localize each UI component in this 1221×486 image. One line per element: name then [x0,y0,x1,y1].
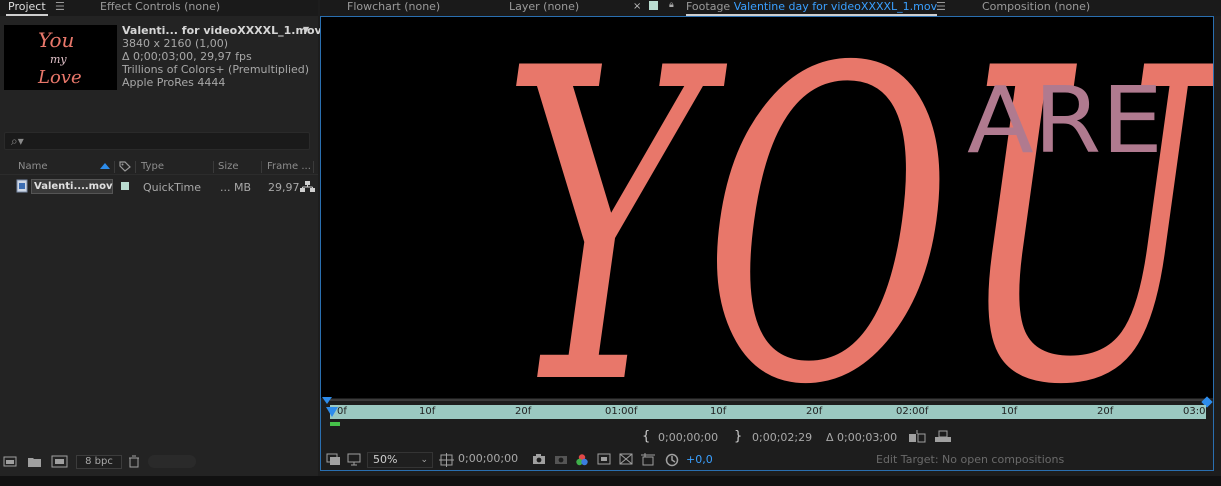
ruler-label: 20f [1097,406,1114,417]
new-folder-icon[interactable] [27,455,42,468]
ruler-label: 20f [515,406,532,417]
out-point-time[interactable]: 0;00;02;29 [752,431,812,444]
project-item-type: QuickTime [143,181,202,194]
tab-effect-controls[interactable]: Effect Controls (none) [100,0,220,16]
set-out-point-icon[interactable]: } [734,429,742,444]
ruler-label: 10f [419,406,436,417]
tab-flowchart[interactable]: Flowchart (none) [347,0,440,16]
tab-footage-prefix: Footage [686,0,731,13]
tab-project[interactable]: Project [6,0,48,16]
thumbnail-size-slider[interactable] [148,455,196,468]
ripple-insert-edit-icon[interactable] [908,430,926,443]
overlay-edit-icon[interactable] [934,430,952,443]
project-item-frame-rate: 29,97 [268,181,300,194]
frame-word-are: ARE [967,67,1163,174]
always-preview-icon[interactable] [326,453,341,466]
guide-options-icon[interactable] [641,453,655,466]
duration-time: Δ 0;00;03;00 [826,431,898,444]
footage-label-swatch [649,1,658,10]
footage-info-duration: Δ 0;00;03;00, 29,97 fps [122,50,252,63]
cache-indicator [330,422,340,426]
in-point-time[interactable]: 0;00;00;00 [658,431,718,444]
project-panel: Project ☰ Effect Controls (none) You my … [0,0,322,476]
tab-layer[interactable]: Layer (none) [509,0,579,16]
edit-target-label: Edit Target: No open compositions [876,453,1065,466]
footage-time-ruler[interactable]: 0f 10f 20f 01:00f 10f 20f 02:00f 10f 20f… [322,396,1213,429]
safe-margins-icon[interactable] [439,453,454,467]
snapshot-camera-icon[interactable] [532,453,546,465]
set-in-point-icon[interactable]: { [642,429,650,444]
magnification-dropdown[interactable]: 50% ⌄ [367,452,433,468]
monitor-icon[interactable] [347,453,361,466]
footage-info-dimensions: 3840 x 2160 (1,00) [122,37,229,50]
ruler-label: 10f [710,406,727,417]
ruler-label: 0f [337,406,347,417]
close-tab-icon[interactable]: × [633,1,641,12]
region-of-interest-icon[interactable] [597,453,611,465]
panel-menu-icon[interactable]: ☰ [55,0,65,13]
footage-time-info: { 0;00;00;00 } 0;00;02;29 Δ 0;00;03;00 [322,429,1212,446]
interpret-footage-icon[interactable] [3,455,19,468]
project-item-row[interactable]: Valenti....mov QuickTime ... MB 29,97 [0,178,318,196]
work-area-bar[interactable] [330,399,1206,401]
chevron-down-icon: ⌄ [420,455,428,465]
search-icon: ⌕▾ [11,134,24,148]
thumb-word-1: You [38,28,74,52]
project-bottom-toolbar: 8 bpc [0,452,318,472]
thumb-word-3: Love [37,67,82,88]
ruler-label: 10f [1001,406,1018,417]
project-item-size: ... MB [220,181,252,194]
viewer-menu-icon[interactable]: ☰ [936,0,946,13]
viewer-tabbar: Flowchart (none) Layer (none) × 🔒︎ Foota… [320,0,1221,16]
exposure-value[interactable]: +0,0 [686,453,713,466]
tab-composition[interactable]: Composition (none) [982,0,1090,16]
thumb-word-2: my [50,53,67,66]
column-name[interactable]: Name [18,161,48,172]
footage-file-icon [16,179,28,193]
sort-ascending-icon[interactable] [100,163,110,169]
time-ruler-track[interactable] [330,405,1206,419]
lock-icon[interactable]: 🔒︎ [669,0,674,10]
ruler-label: 02:00f [896,406,929,417]
flowchart-icon[interactable] [300,181,315,192]
viewer-bottom-toolbar: 50% ⌄ 0;00;00;00 +0,0 Edit Target: No op… [320,450,1221,470]
footage-info-colors: Trillions of Colors+ (Premultiplied) [122,63,310,76]
tab-footage[interactable]: Footage Valentine day for videoXXXXL_1.m… [686,0,938,16]
reset-exposure-icon[interactable] [665,453,679,467]
new-composition-icon[interactable] [51,455,68,468]
ruler-label: 20f [806,406,823,417]
magnification-value: 50% [373,453,398,466]
project-item-name[interactable]: Valenti....mov [31,179,113,194]
label-tag-icon[interactable] [119,161,131,172]
project-tabbar: Project ☰ Effect Controls (none) [0,0,318,16]
playhead[interactable] [326,407,338,417]
footage-viewer[interactable]: YOU ARE [321,17,1213,398]
column-type[interactable]: Type [141,161,164,172]
after-effects-window: Project ☰ Effect Controls (none) You my … [0,0,1221,486]
bit-depth-button[interactable]: 8 bpc [76,455,122,469]
footage-frame: YOU ARE [321,17,1213,398]
show-snapshot-icon[interactable] [554,453,568,465]
footage-thumbnail: You my Love [4,25,117,90]
trash-icon[interactable] [128,455,140,468]
channels-icon[interactable] [575,453,589,467]
ruler-label: 01:00f [605,406,638,417]
label-color-swatch[interactable] [121,182,129,190]
status-bar [0,476,1221,486]
project-search-input[interactable]: ⌕▾ [4,132,310,150]
project-column-header: Name Type Size Frame ... [0,159,318,175]
column-frame-rate[interactable]: Frame ... [267,161,311,172]
ruler-label: 03:0 [1183,406,1206,417]
footage-info: Valenti... for videoXXXXL_1.mov 3840 x 2… [122,24,322,89]
column-size[interactable]: Size [218,161,239,172]
current-time-display[interactable]: 0;00;00;00 [458,452,526,468]
in-point-marker[interactable] [322,397,332,404]
tab-footage-name: Valentine day for videoXXXXL_1.mov [733,0,938,13]
transparency-grid-icon[interactable] [619,453,633,465]
footage-info-name: Valenti... for videoXXXXL_1.mov [122,24,322,37]
footage-dropdown-icon[interactable]: ▼ [303,25,309,34]
footage-info-codec: Apple ProRes 4444 [122,76,226,89]
